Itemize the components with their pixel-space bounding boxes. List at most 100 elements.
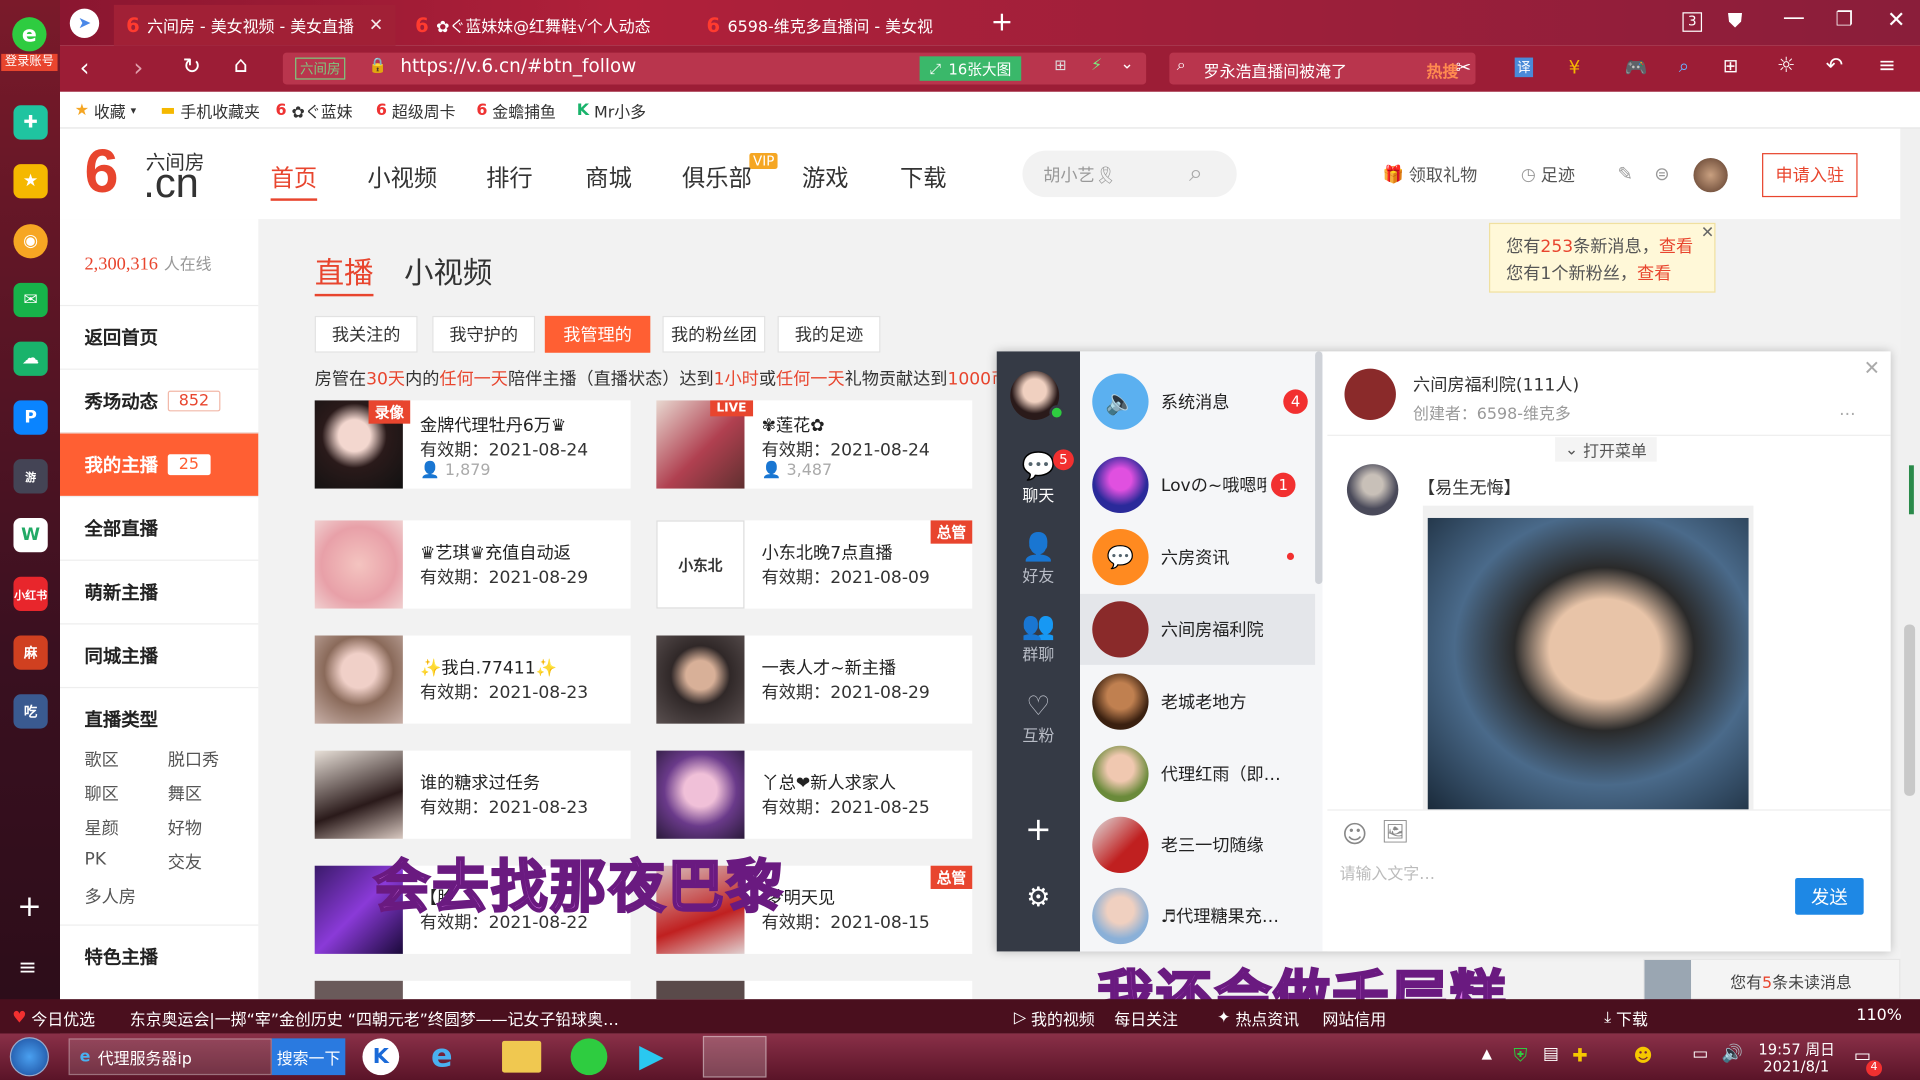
home-icon[interactable]: ⌂ [234,53,248,79]
apply-button[interactable]: 申请入驻 [1762,153,1858,198]
list-scrollbar[interactable] [1315,351,1323,585]
search-icon[interactable]: ⌕ [1189,158,1203,187]
sidebar-item-all-live[interactable]: 全部直播 [60,495,259,560]
bookmark-item[interactable]: 6 金蟾捕鱼 [476,99,556,123]
nav-ranking[interactable]: 排行 [486,160,533,193]
nav-games[interactable]: 游戏 [802,160,849,193]
plus-app-icon[interactable]: ✚ [13,105,48,140]
status-hot-news[interactable]: ✦ 热点资讯 [1217,1007,1299,1030]
weibo-icon[interactable]: ◉ [13,224,48,259]
subtab-guarding[interactable]: 我守护的 [432,315,536,353]
tab-3[interactable]: 6 6598-维克多直播间 - 美女视 [694,5,976,45]
menu-icon[interactable]: ≡ [18,955,36,981]
category-link[interactable]: 好物 [168,816,202,840]
ie-taskbar-icon[interactable]: e [431,1038,453,1075]
browser-logo-icon[interactable]: e [12,17,47,52]
site-logo[interactable]: 6 六间房 .cn [84,137,219,207]
bookmark-item[interactable]: 6 ✿ぐ蓝妹 [276,99,353,123]
image-icon[interactable]: 🖼 [1381,819,1409,845]
big-image-button[interactable]: ⤢ 16张大图 [919,56,1022,81]
category-link[interactable]: 舞区 [168,781,202,805]
status-my-video[interactable]: ▷ 我的视频 [1014,1007,1095,1030]
sidebar-item-local[interactable]: 同城主播 [60,623,259,687]
doc-icon[interactable]: W [13,517,48,553]
search-once-button[interactable]: 搜索一下 [271,1038,346,1076]
tray-doc-icon[interactable]: ▤ [1543,1044,1559,1064]
anchor-card[interactable]: ✨我白.77411✨ 有效期：2021-08-23 [314,635,631,724]
category-link[interactable]: 星颜 [84,816,118,840]
zoom-level[interactable]: 110% [1856,1007,1902,1025]
reload-icon[interactable]: ↻ [182,54,200,80]
user-avatar[interactable] [1693,157,1728,193]
gift-button[interactable]: 🎁 领取礼物 [1382,163,1477,187]
browser360-icon[interactable] [570,1038,608,1076]
category-link[interactable]: PK [84,850,106,870]
anchor-card[interactable]: 谁的糖求过任务 有效期：2021-08-23 [314,750,631,839]
more-icon[interactable]: ··· [1839,405,1855,425]
view-link[interactable]: 查看 [1659,238,1693,258]
conversation-item[interactable]: 老城老地方 [1080,666,1315,737]
tray-arrow-icon[interactable]: ▲ [1482,1046,1492,1062]
conversation-item[interactable]: 🔈 系统消息 4 [1080,366,1315,437]
scrollbar-thumb[interactable] [1904,624,1916,796]
clock-date[interactable]: 2021/8/1 [1763,1058,1829,1075]
shirt-icon[interactable]: ⛊ [1728,9,1743,33]
brightness-icon[interactable]: ☼ [1777,54,1796,78]
k-app-icon[interactable]: K [362,1038,400,1076]
news-ticker[interactable]: 东京奥运会|一掷“宰”金创历史 “四朝元老”终圆梦——记女子铅球奥… [130,1007,619,1029]
close-icon[interactable]: ✕ [369,15,383,35]
nav-arrow-icon[interactable]: ➤ [69,8,100,38]
anchor-card[interactable]: LIVE ✾莲花✿ 有效期：2021-08-24 👤 3,487 [656,400,973,489]
volume-icon[interactable]: 🔊 [1722,1044,1743,1064]
mahjong-icon[interactable]: 麻 [13,635,48,670]
window-close-icon[interactable]: ✕ [1887,7,1905,33]
url-text[interactable]: https://v.6.cn/#btn_follow [400,55,636,77]
new-tab-icon[interactable]: + [991,7,1014,38]
site-search[interactable]: 胡小艺🎗 ⌕ [1022,150,1237,198]
bookmark-item[interactable]: K Mr小多 [577,99,646,123]
sidebar-item-dynamics[interactable]: 秀场动态 852 [60,368,259,433]
tab-2[interactable]: 6 ✿ぐ蓝妹妹@红舞鞋√个人动态 [403,5,685,45]
nav-download[interactable]: 下载 [900,160,947,193]
conversation-item[interactable]: 代理红雨（即… [1080,738,1315,809]
star-icon[interactable]: ★ [13,164,48,199]
category-link[interactable]: 多人房 [84,884,135,908]
sidebar-item-new[interactable]: 萌新主播 [60,559,259,624]
tab-live[interactable]: 直播 [314,249,374,297]
edit-icon[interactable]: ✎ [1618,163,1633,185]
anchor-card[interactable]: 录像 金牌代理牡丹6万♛ 有效期：2021-08-24 👤 1,879 [314,400,631,489]
sidebar-item-home[interactable]: 返回首页 [60,304,259,369]
nav-home[interactable]: 首页 [270,160,318,201]
nav-short-video[interactable]: 小视频 [367,160,437,193]
game-app-icon[interactable]: 游 [13,459,48,494]
forward-icon[interactable]: › [133,53,143,82]
conversation-item[interactable]: ♬代理糖果充… [1080,880,1315,951]
grid-icon[interactable]: ⊞ [1054,56,1066,73]
chevron-down-icon[interactable]: ⌄ [1120,55,1133,73]
anchor-card[interactable]: 一表人才~新主播 有效期：2021-08-29 [656,635,973,724]
start-button-icon[interactable] [9,1037,49,1077]
settings-icon[interactable]: ⚙ [997,883,1080,914]
status-credit[interactable]: 网站信用 [1322,1007,1386,1029]
clock-time[interactable]: 19:57 周日 [1758,1038,1834,1059]
emoji-icon[interactable]: ☺ [1342,819,1368,848]
folder-icon[interactable] [502,1040,542,1073]
nav-groups[interactable]: 👥 群聊 [997,611,1080,665]
shop-icon[interactable]: 小红书 [13,576,48,612]
category-link[interactable]: 脱口秀 [168,747,219,771]
conversation-item[interactable]: 老三一切随缘 [1080,809,1315,880]
hamburger-icon[interactable]: ≡ [1878,54,1895,78]
tab-short-video[interactable]: 小视频 [404,249,492,292]
anchor-card[interactable]: 小东北 总管 小东北晚7点直播 有效期：2021-08-09 [656,520,973,609]
subtab-managing[interactable]: 我管理的 [544,315,651,353]
gamepad-icon[interactable]: 🎮 [1625,56,1648,78]
tab-1[interactable]: 6 六间房 - 美女视频 - 美女直播 ✕ [113,4,396,46]
coin-icon[interactable]: ¥ [1569,56,1581,78]
apps-icon[interactable]: ⊞ [1723,55,1738,77]
mail-icon[interactable]: ✉ [13,282,48,318]
bookmark-favorites[interactable]: ★ 收藏 ▾ [75,99,136,123]
cloud-icon[interactable]: ☁ [13,341,48,376]
active-app-icon[interactable] [702,1035,767,1078]
anchor-card[interactable]: 丫总❤新人求家人 有效期：2021-08-25 [656,750,973,839]
minimize-icon[interactable]: — [1783,5,1805,31]
